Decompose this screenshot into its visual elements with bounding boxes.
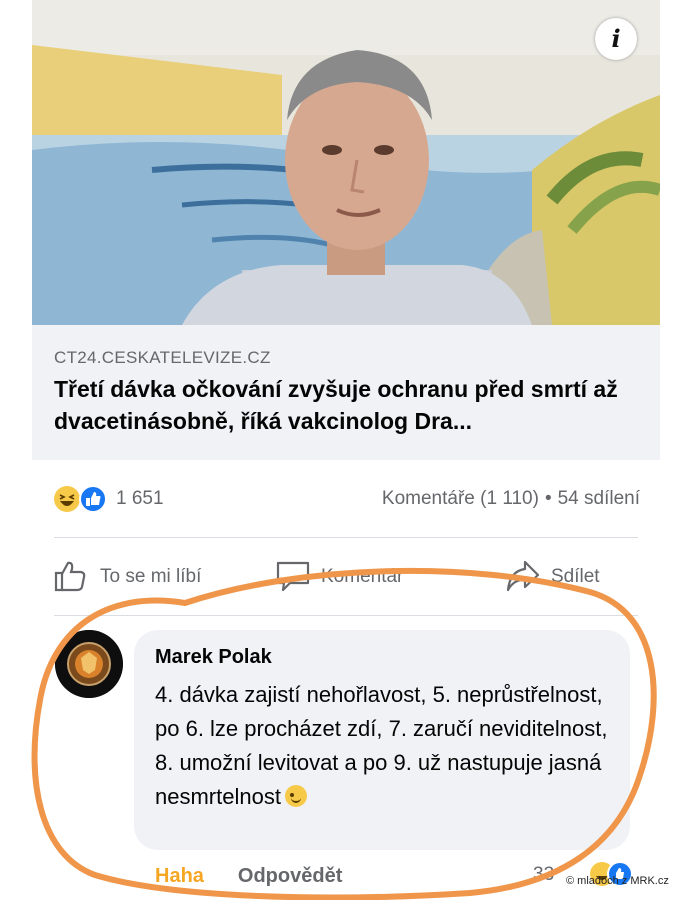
share-label: Sdílet (551, 566, 600, 587)
comment-reaction-count[interactable]: 33 (533, 864, 554, 886)
like-label: To se mi líbí (100, 566, 202, 587)
reaction-icons[interactable] (52, 484, 110, 514)
reply-button[interactable]: Odpovědět (238, 865, 342, 887)
comment-icon (276, 561, 310, 592)
comment-button[interactable]: Komentář (275, 558, 435, 594)
post-stats: 1 651 Komentáře (1 110) • 54 sdílení (32, 472, 660, 524)
article-thumbnail[interactable]: i (32, 0, 660, 325)
comments-count[interactable]: Komentáře (1 110) (382, 488, 539, 509)
comments-shares: Komentáře (1 110) • 54 sdílení (382, 488, 640, 510)
post-actions: To se mi líbí Komentář Sdílet (32, 548, 660, 606)
like-reaction-icon (79, 485, 107, 513)
share-icon (506, 560, 540, 592)
wink-emoji-icon (284, 785, 307, 807)
shares-count[interactable]: 54 sdílení (558, 488, 640, 509)
comment-text: 4. dávka zajistí nehořlavost, 5. neprůst… (155, 678, 625, 814)
stats-separator: • (544, 488, 552, 509)
link-domain: CT24.CESKATELEVIZE.CZ (54, 348, 271, 367)
reaction-count[interactable]: 1 651 (116, 488, 164, 510)
divider (54, 615, 638, 616)
watermark: © mladoch z MRK.cz (566, 875, 669, 887)
link-headline[interactable]: Třetí dávka očkování zvyšuje ochranu pře… (54, 373, 654, 437)
haha-button[interactable]: Haha (155, 865, 204, 887)
thumbs-up-icon (54, 561, 86, 592)
haha-reaction-icon (54, 486, 80, 512)
comment-bubble: Marek Polak 4. dávka zajistí nehořlavost… (134, 630, 630, 850)
comment-actions: Haha Odpovědět (155, 865, 342, 888)
avatar[interactable] (55, 630, 123, 698)
thumbnail-image (32, 0, 660, 325)
comment-label: Komentář (321, 566, 404, 587)
info-icon[interactable]: i (595, 18, 637, 60)
comment-body: 4. dávka zajistí nehořlavost, 5. neprůst… (155, 682, 608, 809)
divider (54, 537, 638, 538)
share-button[interactable]: Sdílet (505, 558, 645, 594)
link-preview[interactable]: CT24.CESKATELEVIZE.CZ Třetí dávka očková… (32, 325, 660, 460)
comment-author[interactable]: Marek Polak (155, 646, 272, 669)
like-button[interactable]: To se mi líbí (52, 558, 262, 594)
